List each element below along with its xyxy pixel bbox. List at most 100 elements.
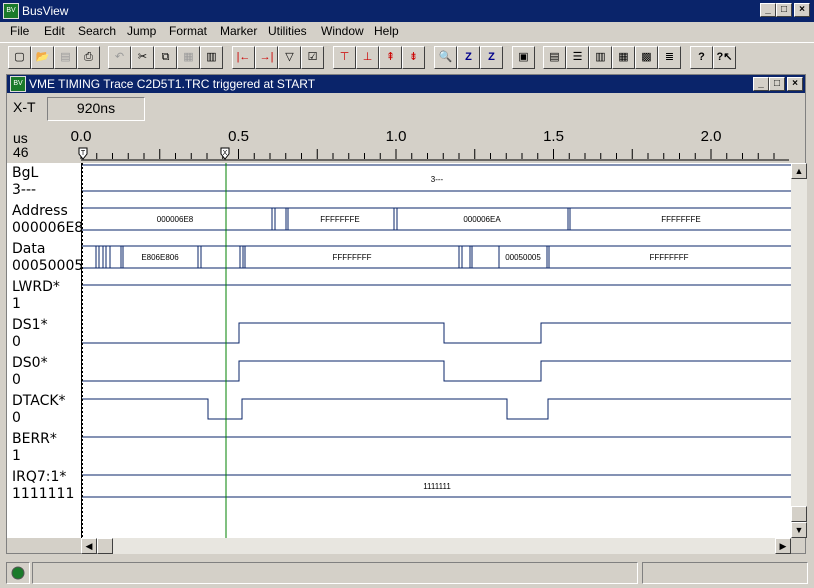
- trace-close-button[interactable]: ×: [787, 77, 803, 91]
- busview-app-icon[interactable]: BV: [3, 3, 19, 19]
- window-icon[interactable]: ▣: [512, 46, 535, 69]
- ruler-tick-label: 1.0: [386, 128, 407, 145]
- signal-name[interactable]: Data: [12, 241, 45, 257]
- maximize-button[interactable]: □: [776, 3, 792, 17]
- ds1-wave: [82, 322, 791, 344]
- trace-minimize-button[interactable]: _: [753, 77, 769, 91]
- paste-icon[interactable]: ▦: [177, 46, 200, 69]
- trace-window-title: VME TIMING Trace C2D5T1.TRC triggered at…: [29, 77, 316, 91]
- signal-name[interactable]: IRQ7:1*: [12, 469, 66, 485]
- data-bus-label: FFFFFFFF: [649, 253, 688, 262]
- ds0-wave: [82, 360, 791, 382]
- signal-name[interactable]: BgL: [12, 165, 38, 181]
- address-bus-label: FFFFFFFE: [320, 215, 360, 224]
- trace-window-title-bar[interactable]: BV VME TIMING Trace C2D5T1.TRC triggered…: [7, 75, 805, 93]
- ruler-tick-label: 0.5: [228, 128, 249, 145]
- ruler-tick-label: 1.5: [543, 128, 564, 145]
- menu-help[interactable]: Help: [374, 24, 399, 38]
- layout-a-icon[interactable]: ▤: [543, 46, 566, 69]
- signal-name[interactable]: DS0*: [12, 355, 48, 371]
- save-file-icon[interactable]: ▤: [54, 46, 77, 69]
- search-icon[interactable]: 🔍: [434, 46, 457, 69]
- jump-start-icon[interactable]: |←: [232, 46, 255, 69]
- close-button[interactable]: ×: [794, 3, 810, 17]
- table-icon[interactable]: ▩: [635, 46, 658, 69]
- layout-c-icon[interactable]: ▥: [589, 46, 612, 69]
- print-icon[interactable]: ⎙: [77, 46, 100, 69]
- cut-icon[interactable]: ✂: [131, 46, 154, 69]
- context-help-icon[interactable]: ?↖: [713, 46, 736, 69]
- help-icon[interactable]: ?: [690, 46, 713, 69]
- cursor-marker-icon[interactable]: X: [220, 147, 230, 160]
- paste-special-icon[interactable]: ▥: [200, 46, 223, 69]
- zoom-out-icon[interactable]: Z: [480, 46, 503, 69]
- list-icon[interactable]: ≣: [658, 46, 681, 69]
- cursor-up-icon[interactable]: ⇞: [379, 46, 402, 69]
- copy-icon[interactable]: ⧉: [154, 46, 177, 69]
- dtack-wave: [82, 398, 791, 420]
- cursor-down-icon[interactable]: ⇟: [402, 46, 425, 69]
- scroll-left-icon[interactable]: ◀: [81, 538, 97, 554]
- cursor-bottom-icon[interactable]: ⊥: [356, 46, 379, 69]
- data-bus-label: E806E806: [141, 253, 179, 262]
- signal-value: 0: [12, 334, 21, 350]
- menu-jump[interactable]: Jump: [127, 24, 156, 38]
- undo-icon[interactable]: ↶: [108, 46, 131, 69]
- scroll-down-icon[interactable]: ▼: [791, 522, 807, 538]
- signal-name[interactable]: BERR*: [12, 431, 57, 447]
- address-bus-label: FFFFFFFE: [661, 215, 701, 224]
- signal-value: 0: [12, 372, 21, 388]
- layout-d-icon[interactable]: ▦: [612, 46, 635, 69]
- signal-value: 3---: [12, 182, 37, 198]
- vertical-scrollbar[interactable]: ▲ ▼: [791, 163, 807, 538]
- new-file-icon[interactable]: ▢: [8, 46, 31, 69]
- time-ruler[interactable]: 0.00.51.01.52.02.53.03.54.04.5TX: [7, 127, 805, 163]
- bgl-bus-label: 3---: [431, 175, 444, 184]
- layout-b-icon[interactable]: ☰: [566, 46, 589, 69]
- ruler-tick-label: 2.0: [701, 128, 722, 145]
- scroll-right-icon[interactable]: ▶: [775, 538, 791, 554]
- status-aux: [642, 562, 808, 584]
- scroll-thumb[interactable]: [791, 506, 807, 522]
- marker-check-icon[interactable]: ☑: [301, 46, 324, 69]
- menu-format[interactable]: Format: [169, 24, 207, 38]
- horizontal-scrollbar[interactable]: ◀ ▶: [81, 538, 791, 554]
- menu-window[interactable]: Window: [321, 24, 364, 38]
- ruler-tick-label: 0.0: [71, 128, 92, 145]
- app-title: BusView: [22, 4, 69, 18]
- cursor-top-icon[interactable]: ⊤: [333, 46, 356, 69]
- signal-name[interactable]: Address: [12, 203, 68, 219]
- signal-name[interactable]: DS1*: [12, 317, 48, 333]
- data-bus-label: 00050005: [505, 253, 541, 262]
- signal-value: 1111111: [12, 486, 75, 502]
- signal-value: 0: [12, 410, 21, 426]
- signal-labels-panel: BgL 3--- Address 000006E8 Data 00050005 LWRD* 1…: [7, 163, 84, 538]
- trace-window-icon[interactable]: BV: [10, 76, 26, 92]
- hscroll-thumb[interactable]: [97, 538, 113, 554]
- trigger-marker-icon[interactable]: T: [78, 147, 88, 160]
- data-bus-label: FFFFFFFF: [332, 253, 371, 262]
- irq-bus-label: 1111111: [423, 482, 451, 491]
- menu-file[interactable]: File: [10, 24, 29, 38]
- signal-name[interactable]: DTACK*: [12, 393, 66, 409]
- menu-utilities[interactable]: Utilities: [268, 24, 307, 38]
- signal-name[interactable]: LWRD*: [12, 279, 60, 295]
- jump-end-icon[interactable]: →|: [255, 46, 278, 69]
- menu-search[interactable]: Search: [78, 24, 116, 38]
- marker-down-icon[interactable]: ▽: [278, 46, 301, 69]
- signal-value: 00050005: [12, 258, 84, 274]
- menu-marker[interactable]: Marker: [220, 24, 257, 38]
- signal-value: 1: [12, 296, 21, 312]
- zoom-in-icon[interactable]: Z: [457, 46, 480, 69]
- open-file-icon[interactable]: 📂: [31, 46, 54, 69]
- trace-maximize-button[interactable]: □: [769, 77, 785, 91]
- scroll-up-icon[interactable]: ▲: [791, 163, 807, 179]
- menu-edit[interactable]: Edit: [44, 24, 65, 38]
- waveform-panel[interactable]: 3--- 000006E8 FFFFFFFE 000006EA FFFFFFFE E806…: [81, 163, 791, 538]
- app-title-bar[interactable]: BV BusView _ □ ×: [0, 0, 814, 22]
- xt-value-field[interactable]: 920ns: [47, 97, 145, 121]
- signal-value: 1: [12, 448, 21, 464]
- toolbar: ▢ 📂 ▤ ⎙ ↶ ✂ ⧉ ▦ ▥ |← →| ▽ ☑ ⊤ ⊥ ⇞ ⇟ 🔍 Z …: [0, 42, 814, 72]
- svg-text:T: T: [81, 150, 86, 157]
- minimize-button[interactable]: _: [760, 3, 776, 17]
